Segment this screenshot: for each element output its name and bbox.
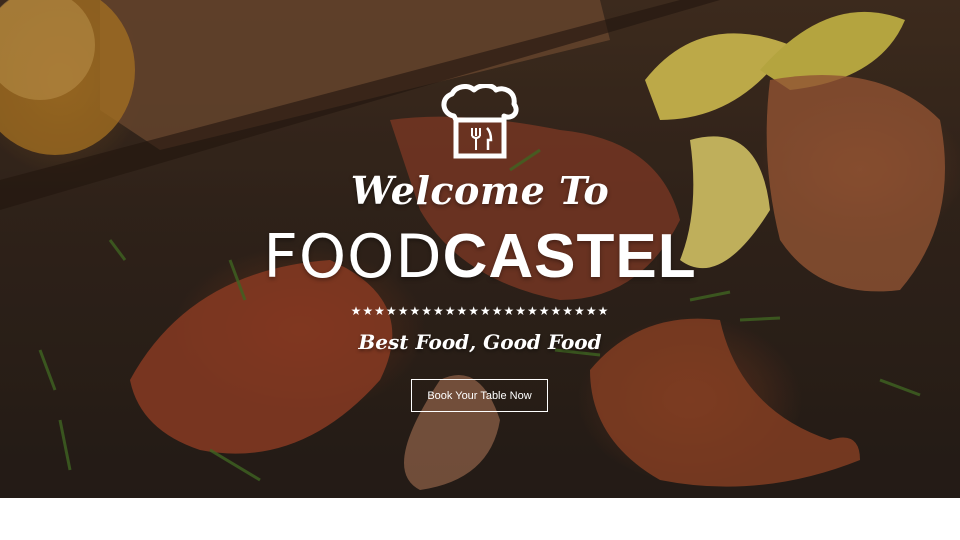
- brand-title-light: FOOD: [263, 222, 443, 292]
- hero-content: Welcome To FOODCASTEL ★★★★★★★★★★★★★★★★★★…: [0, 0, 960, 498]
- brand-title: FOODCASTEL: [0, 222, 960, 292]
- hero-section: Welcome To FOODCASTEL ★★★★★★★★★★★★★★★★★★…: [0, 0, 960, 498]
- tagline: Best Food, Good Food: [358, 330, 602, 354]
- chef-hat-with-fork-knife-icon: [441, 84, 519, 159]
- welcome-heading: Welcome To: [350, 168, 610, 213]
- star-divider: ★★★★★★★★★★★★★★★★★★★★★★: [350, 304, 610, 318]
- book-table-button[interactable]: Book Your Table Now: [411, 379, 548, 412]
- brand-title-bold: CASTEL: [442, 222, 697, 291]
